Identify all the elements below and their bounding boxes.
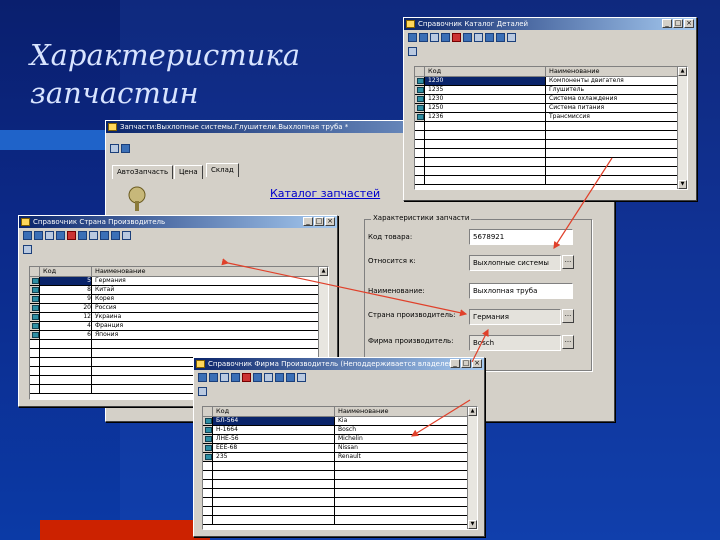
arrow-firm-to-field (471, 328, 489, 363)
arrow-firm-to-bosch (410, 399, 471, 437)
arrow-catalog-to-belongs (553, 157, 613, 250)
arrow-country-to-field (221, 258, 468, 317)
annotation-arrows (221, 157, 613, 437)
